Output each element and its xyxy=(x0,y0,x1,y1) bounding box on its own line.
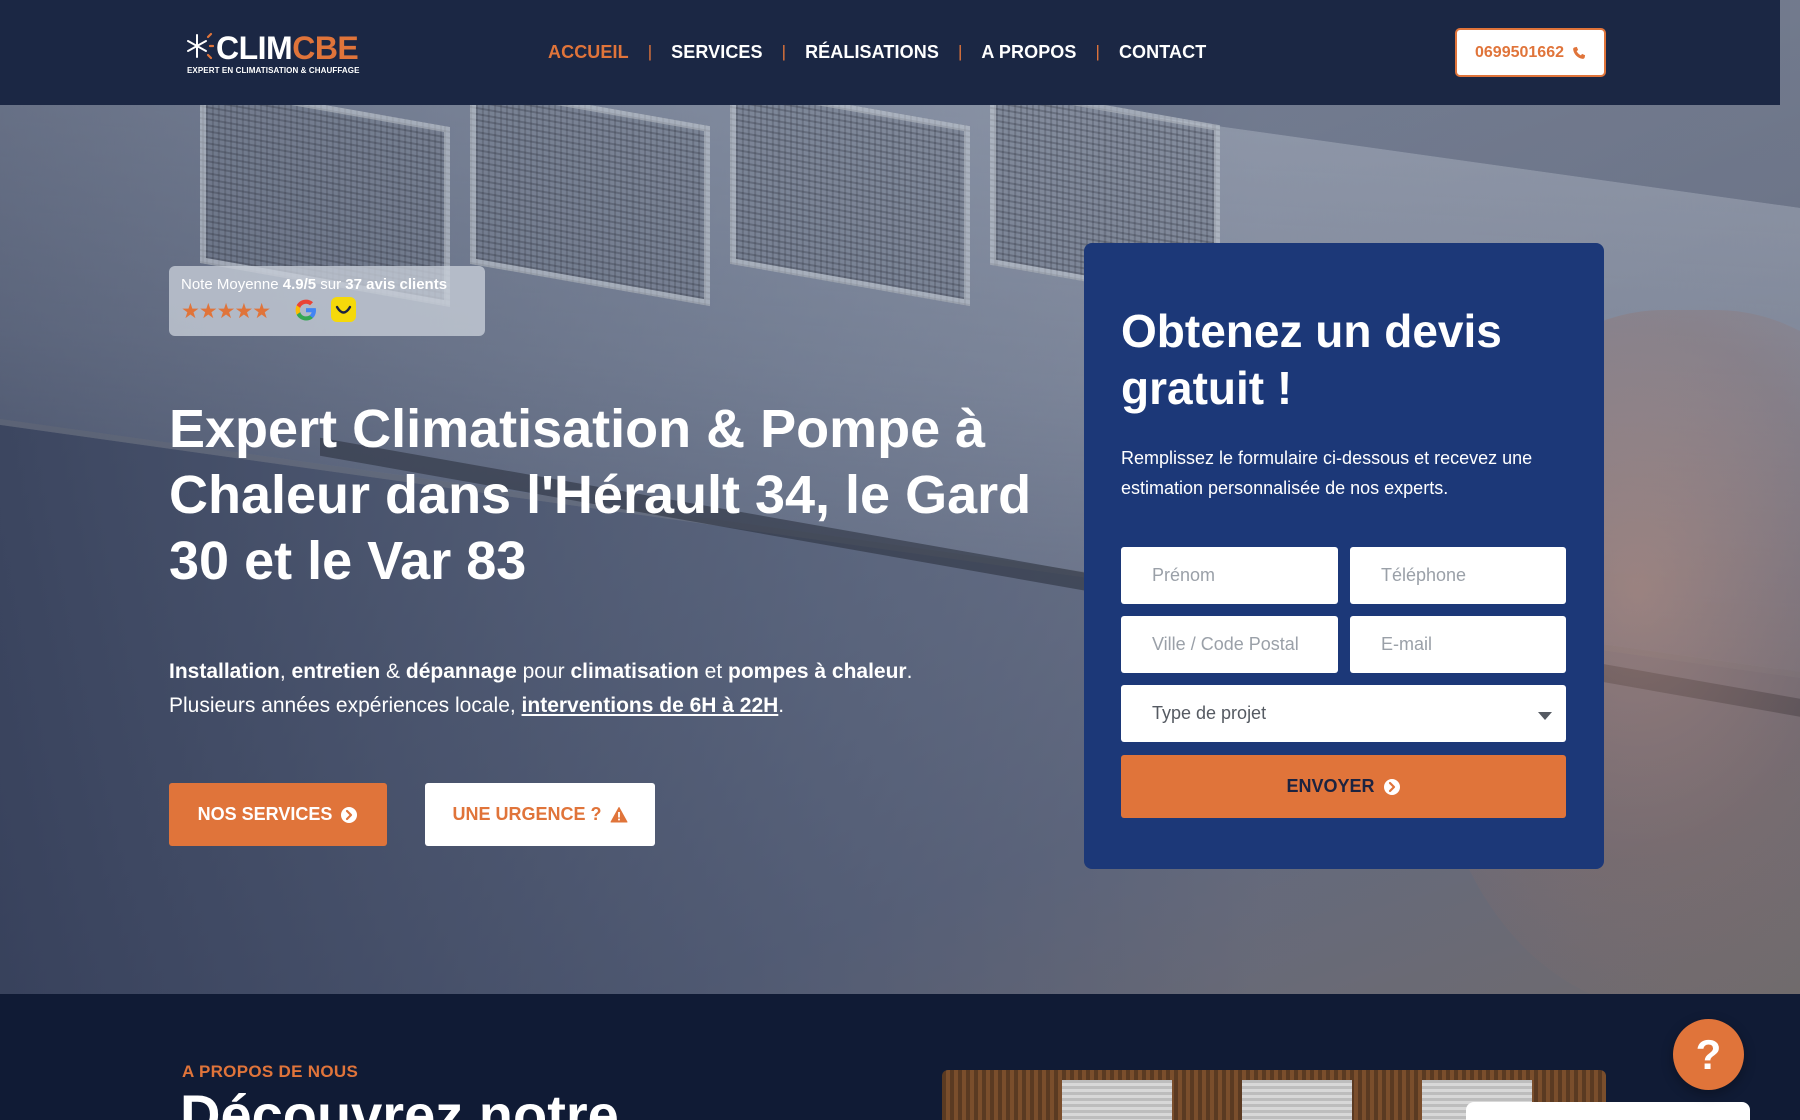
page: CLIMCBE EXPERT EN CLIMATISATION & CHAUFF… xyxy=(0,0,1800,1120)
about-section: A PROPOS DE NOUS Découvrez notre xyxy=(0,994,1800,1120)
snowflake-sun-icon xyxy=(187,32,214,60)
nav-accueil[interactable]: ACCUEIL xyxy=(548,42,629,63)
project-type-select[interactable]: Type de projet xyxy=(1121,685,1566,742)
window-blind xyxy=(1242,1080,1352,1120)
rating-stars: ★★★★★ xyxy=(181,300,271,323)
chevron-down-icon xyxy=(1538,712,1552,720)
smile-icon xyxy=(331,297,356,322)
email-input[interactable] xyxy=(1350,616,1566,673)
send-button[interactable]: ENVOYER xyxy=(1121,755,1566,818)
phone-button[interactable]: 0699501662 xyxy=(1455,28,1606,77)
site-header: CLIMCBE EXPERT EN CLIMATISATION & CHAUFF… xyxy=(0,0,1780,105)
emergency-button[interactable]: UNE URGENCE ? xyxy=(425,783,655,846)
nav-separator: | xyxy=(781,42,787,61)
nav-separator: | xyxy=(647,42,653,61)
nav-realisations[interactable]: RÉALISATIONS xyxy=(805,42,939,63)
nav-separator: | xyxy=(957,42,963,61)
google-icon xyxy=(295,299,316,321)
section-label: A PROPOS DE NOUS xyxy=(182,1062,359,1081)
arrow-circle-right-icon xyxy=(1383,778,1400,795)
window-blind xyxy=(1062,1080,1172,1120)
phone-icon xyxy=(1573,46,1586,59)
phone-number: 0699501662 xyxy=(1475,43,1564,61)
hero-title: Expert Climatisation & Pompe à Chaleur d… xyxy=(169,399,1032,591)
services-button[interactable]: NOS SERVICES xyxy=(169,783,387,846)
hero-description: Installation, entretien & dépannage pour… xyxy=(169,660,913,717)
arrow-circle-right-icon xyxy=(341,806,358,823)
main-nav: ACCUEIL | SERVICES | RÉALISATIONS | A PR… xyxy=(548,40,1206,64)
help-button[interactable]: ? xyxy=(1673,1019,1744,1090)
firstname-input[interactable] xyxy=(1121,547,1338,604)
warning-icon xyxy=(610,806,627,822)
review-badge[interactable]: Note Moyenne 4.9/5 sur 37 avis clients ★… xyxy=(169,266,485,336)
review-summary: Note Moyenne 4.9/5 sur 37 avis clients xyxy=(181,276,448,293)
logo[interactable]: CLIMCBE EXPERT EN CLIMATISATION & CHAUFF… xyxy=(186,30,376,76)
quote-form: Obtenez un devis gratuit ! Remplissez le… xyxy=(1084,243,1604,869)
floating-card xyxy=(1466,1102,1750,1120)
quote-description: Remplissez le formulaire ci-dessous et r… xyxy=(1121,448,1533,498)
quote-title: Obtenez un devis gratuit ! xyxy=(1121,305,1502,414)
nav-services[interactable]: SERVICES xyxy=(671,42,763,63)
logo-tagline: EXPERT EN CLIMATISATION & CHAUFFAGE xyxy=(187,66,360,75)
nav-a-propos[interactable]: A PROPOS xyxy=(981,42,1076,63)
phone-input[interactable] xyxy=(1350,547,1566,604)
logo-wordmark: CLIMCBE xyxy=(216,30,359,66)
nav-separator: | xyxy=(1095,42,1100,61)
section-title: Découvrez notre xyxy=(180,1083,619,1120)
nav-contact[interactable]: CONTACT xyxy=(1119,42,1206,63)
hours-link[interactable]: interventions de 6H à 22H xyxy=(522,694,779,717)
city-input[interactable] xyxy=(1121,616,1338,673)
